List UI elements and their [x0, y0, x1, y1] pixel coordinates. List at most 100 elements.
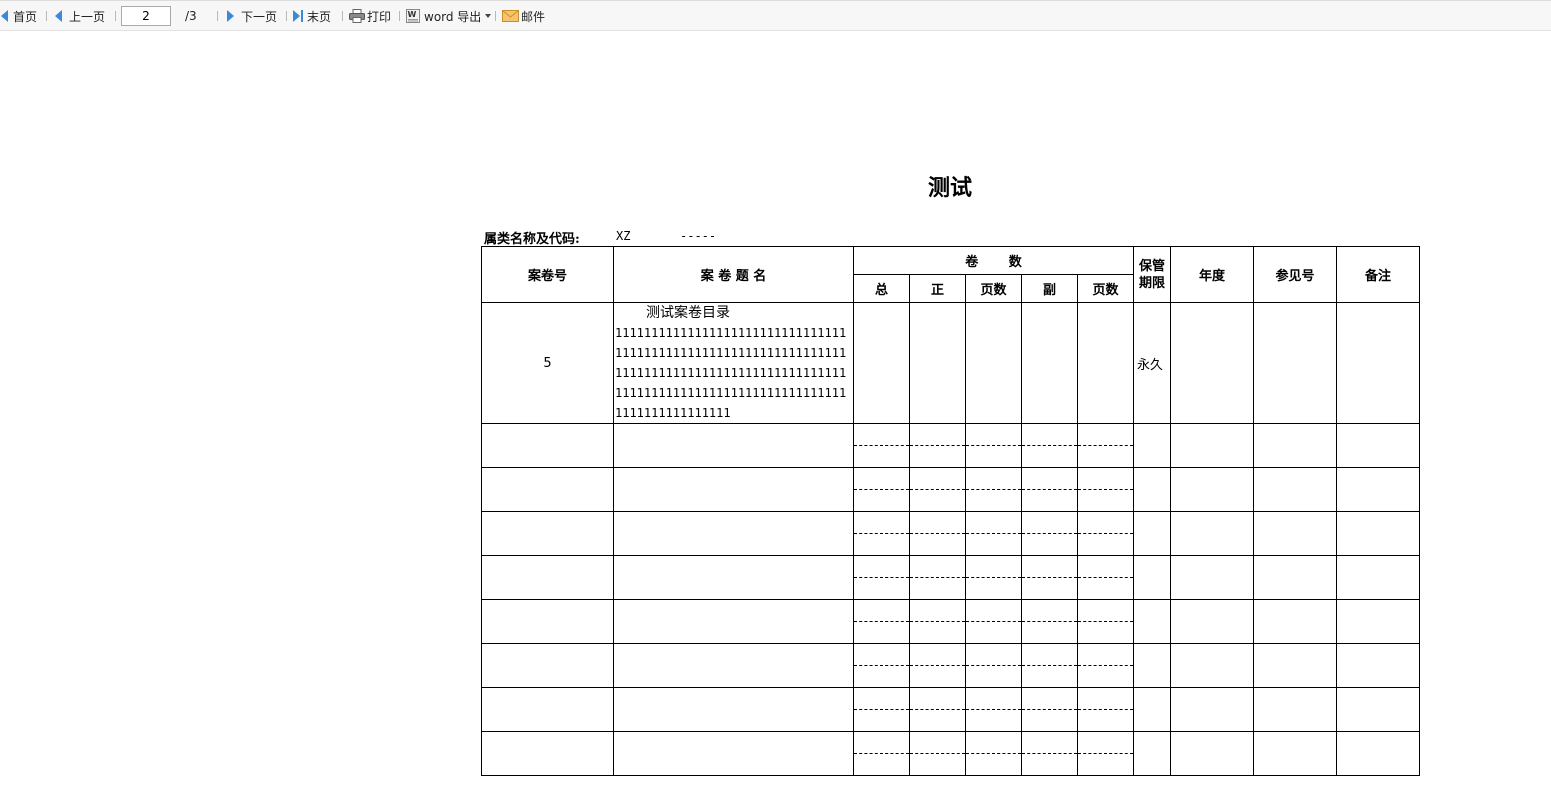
pages-copy-cell — [1077, 489, 1134, 512]
file-no-cell — [481, 599, 614, 644]
category-label: 属类名称及代码: — [484, 232, 580, 247]
retention-cell — [1133, 423, 1171, 468]
file-title-heading: 测试案卷目录 — [646, 305, 730, 321]
copy-cell — [1021, 489, 1078, 512]
empty-table-row — [481, 555, 1420, 600]
next-page-button[interactable]: 下一页 — [227, 7, 277, 25]
page-number-input[interactable] — [121, 6, 171, 26]
word-export-dropdown[interactable]: W word 导出 — [406, 7, 492, 25]
file-title-cell — [613, 467, 854, 512]
main-cell — [909, 489, 966, 512]
empty-table-row — [481, 643, 1420, 688]
remark-cell — [1336, 687, 1420, 732]
empty-table-row — [481, 423, 1420, 468]
first-page-button[interactable]: 首页 — [1, 7, 37, 25]
empty-table-row — [481, 731, 1420, 776]
empty-table-row — [481, 467, 1420, 512]
ref-no-cell — [1253, 511, 1337, 556]
copy-cell — [1021, 577, 1078, 600]
file-title-cell — [613, 687, 854, 732]
main-cell — [909, 665, 966, 688]
copy-cell — [1021, 709, 1078, 732]
toolbar-divider — [399, 11, 400, 21]
pages-copy-cell — [1077, 687, 1134, 710]
category-dash: ----- — [680, 229, 717, 243]
prev-page-button[interactable]: 上一页 — [55, 7, 105, 25]
main-cell — [909, 577, 966, 600]
pages-main-cell — [965, 302, 1022, 424]
total-cell — [853, 489, 910, 512]
last-page-button[interactable]: 末页 — [293, 7, 331, 25]
pages-main-cell — [965, 423, 1022, 446]
last-page-bar-icon — [301, 10, 303, 22]
category-code: XZ — [616, 229, 631, 243]
main-cell — [909, 555, 966, 578]
pages-main-cell — [965, 555, 1022, 578]
retention-cell — [1133, 599, 1171, 644]
file-no-cell — [481, 423, 614, 468]
total-cell — [853, 577, 910, 600]
header-file-title: 案 卷 题 名 — [613, 246, 854, 303]
pages-main-cell — [965, 665, 1022, 688]
copy-cell — [1021, 731, 1078, 754]
retention-cell — [1133, 511, 1171, 556]
year-cell — [1170, 687, 1254, 732]
file-no-cell — [481, 687, 614, 732]
pages-main-cell — [965, 599, 1022, 622]
retention-cell — [1133, 555, 1171, 600]
total-cell — [853, 423, 910, 446]
copy-cell — [1021, 665, 1078, 688]
empty-table-row — [481, 687, 1420, 732]
copy-cell — [1021, 643, 1078, 666]
copy-cell — [1021, 511, 1078, 534]
copy-cell — [1021, 687, 1078, 710]
pages-copy-cell — [1077, 709, 1134, 732]
pages-main-cell — [965, 753, 1022, 776]
retention-cell — [1133, 467, 1171, 512]
total-cell — [853, 753, 910, 776]
toolbar-divider — [495, 11, 496, 21]
remark-cell — [1336, 511, 1420, 556]
total-cell — [853, 445, 910, 468]
ref-no-cell — [1253, 731, 1337, 776]
file-no-cell — [481, 555, 614, 600]
pages-copy-cell — [1077, 753, 1134, 776]
file-no-cell — [481, 511, 614, 556]
total-cell — [853, 665, 910, 688]
pages-main-cell — [965, 467, 1022, 490]
print-button[interactable]: 打印 — [349, 7, 391, 25]
pages-copy-cell — [1077, 302, 1134, 424]
total-cell — [853, 302, 910, 424]
copy-cell — [1021, 467, 1078, 490]
retention-cell: 永久 — [1133, 302, 1171, 424]
mail-button[interactable]: 邮件 — [502, 7, 545, 25]
copy-cell — [1021, 555, 1078, 578]
pages-main-cell — [965, 709, 1022, 732]
page-total: /3 — [185, 9, 197, 23]
pages-main-cell — [965, 687, 1022, 710]
year-cell — [1170, 643, 1254, 688]
main-cell — [909, 511, 966, 534]
remark-cell — [1336, 423, 1420, 468]
document-title: 测试 — [927, 175, 972, 201]
header-year: 年度 — [1170, 246, 1254, 303]
file-title-cell — [613, 423, 854, 468]
main-cell — [909, 467, 966, 490]
main-cell — [909, 445, 966, 468]
copy-cell — [1021, 599, 1078, 622]
main-cell — [909, 621, 966, 644]
last-page-icon — [293, 10, 300, 22]
pages-main-cell — [965, 731, 1022, 754]
toolbar-divider — [115, 11, 116, 21]
pages-copy-cell — [1077, 621, 1134, 644]
file-title-cell — [613, 731, 854, 776]
file-title-text: 1111111111111111111111111111111111111111… — [615, 326, 847, 420]
header-remark: 备注 — [1336, 246, 1420, 303]
total-cell — [853, 599, 910, 622]
header-pages-main: 页数 — [965, 274, 1022, 303]
main-cell — [909, 753, 966, 776]
toolbar-divider — [46, 11, 47, 21]
empty-table-row — [481, 599, 1420, 644]
header-main: 正 — [909, 274, 966, 303]
pages-main-cell — [965, 489, 1022, 512]
